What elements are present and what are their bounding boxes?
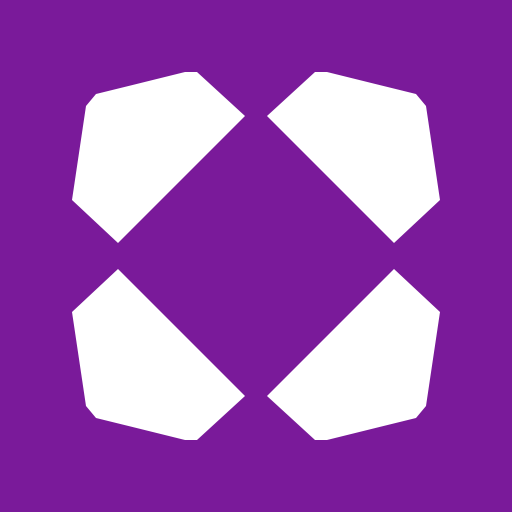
app-icon[interactable] [0, 0, 512, 512]
logo-icon [0, 0, 512, 512]
logo-background [0, 0, 512, 512]
